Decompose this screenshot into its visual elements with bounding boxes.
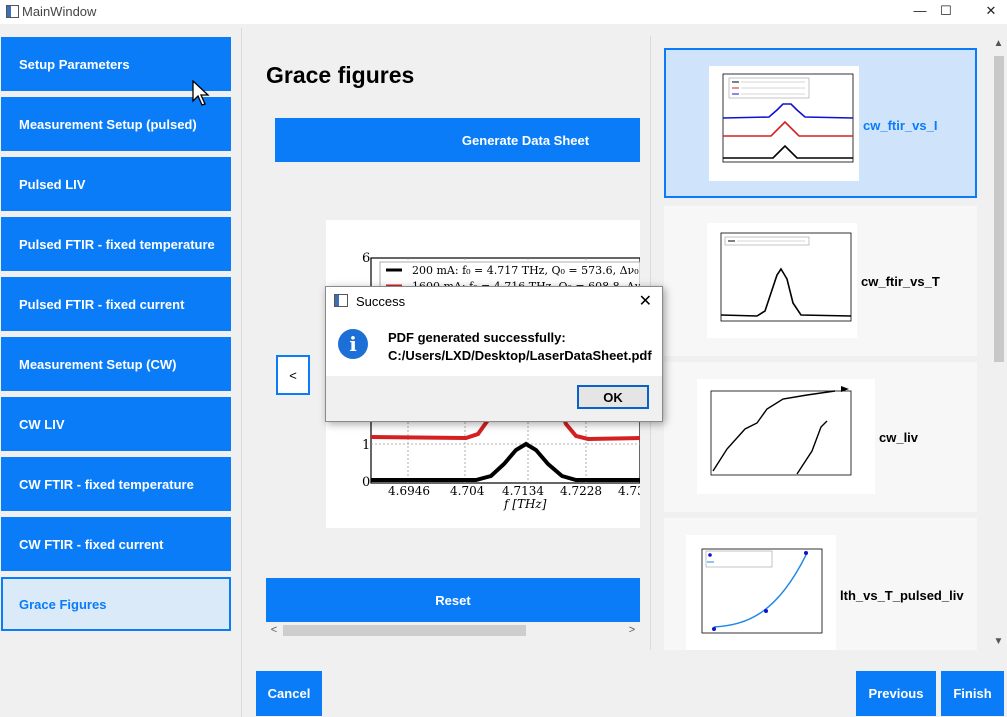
window-title: MainWindow xyxy=(22,4,97,19)
gallery-item-label: cw_ftir_vs_T xyxy=(861,274,940,289)
x-tick-label: 4.6946 xyxy=(388,484,430,498)
gallery-item-label: lth_vs_T_pulsed_liv xyxy=(840,588,964,603)
previous-figure-label: < xyxy=(289,367,297,383)
sidebar-item-label: CW LIV xyxy=(19,416,65,432)
sidebar-item-cw-ftir-fixed-current[interactable]: CW FTIR - fixed current xyxy=(1,517,231,571)
scroll-up-icon[interactable]: ▲ xyxy=(990,36,1007,52)
title-bar: MainWindow — ☐ ✕ xyxy=(0,0,1007,24)
x-tick-label: 4.7228 xyxy=(560,484,602,498)
dialog-message: PDF generated successfully: C:/Users/LXD… xyxy=(388,329,652,365)
scroll-down-icon[interactable]: ▼ xyxy=(990,634,1007,650)
x-tick-label: 4.704 xyxy=(450,484,485,498)
success-dialog: Success ✕ i PDF generated successfully: … xyxy=(325,286,663,422)
generate-data-sheet-button[interactable]: Generate Data Sheet xyxy=(275,118,640,162)
sidebar-item-pulsed-ftir-fixed-current[interactable]: Pulsed FTIR - fixed current xyxy=(1,277,231,331)
dialog-close-icon[interactable]: ✕ xyxy=(639,291,652,311)
thumbnail-cw-liv xyxy=(697,379,875,494)
sidebar-item-label: Measurement Setup (CW) xyxy=(19,356,177,372)
close-window-button[interactable]: ✕ xyxy=(968,0,1007,24)
scroll-right-icon[interactable]: > xyxy=(624,623,640,638)
sidebar-item-label: Pulsed FTIR - fixed temperature xyxy=(19,236,215,252)
dialog-message-path: C:/Users/LXD/Desktop/LaserDataSheet.pdf xyxy=(388,348,652,363)
sidebar-item-label: Measurement Setup (pulsed) xyxy=(19,116,197,132)
page-title: Grace figures xyxy=(266,62,415,88)
sidebar-item-cw-ftir-fixed-temperature[interactable]: CW FTIR - fixed temperature xyxy=(1,457,231,511)
generate-data-sheet-label: Generate Data Sheet xyxy=(461,132,590,148)
scroll-left-icon[interactable]: < xyxy=(266,623,282,638)
x-tick-label: 4.7134 xyxy=(502,484,544,498)
app-icon xyxy=(6,5,19,18)
finish-button[interactable]: Finish xyxy=(941,671,1004,716)
previous-figure-button[interactable]: < xyxy=(276,355,310,395)
sidebar-item-grace-figures[interactable]: Grace Figures xyxy=(1,577,231,631)
sidebar-item-cw-liv[interactable]: CW LIV xyxy=(1,397,231,451)
gallery-item-label: cw_ftir_vs_I xyxy=(863,118,938,133)
sidebar-item-measurement-setup-cw[interactable]: Measurement Setup (CW) xyxy=(1,337,231,391)
dialog-app-icon xyxy=(334,294,348,307)
sidebar-item-label: CW FTIR - fixed current xyxy=(19,536,164,552)
dialog-title: Success xyxy=(356,294,406,309)
reset-button[interactable]: Reset xyxy=(266,578,640,622)
sidebar: Setup Parameters Measurement Setup (puls… xyxy=(0,28,242,717)
vertical-scrollbar[interactable]: ▲ ▼ xyxy=(990,36,1007,650)
sidebar-item-pulsed-liv[interactable]: Pulsed LIV xyxy=(1,157,231,211)
gallery-item-cw-ftir-vs-i[interactable]: cw_ftir_vs_I xyxy=(664,48,977,198)
cancel-button[interactable]: Cancel xyxy=(256,671,322,716)
ok-label: OK xyxy=(603,389,623,405)
sidebar-item-label: Setup Parameters xyxy=(19,56,130,72)
dialog-message-line: PDF generated successfully: xyxy=(388,330,566,345)
gallery-item-cw-ftir-vs-t[interactable]: cw_ftir_vs_T xyxy=(664,206,977,356)
scrollbar-thumb[interactable] xyxy=(994,56,1004,362)
finish-label: Finish xyxy=(953,686,992,701)
x-tick-label: 4.7322 xyxy=(618,484,640,498)
thumbnail-lth-vs-t-pulsed-liv xyxy=(686,535,836,650)
y-tick-label: 1 xyxy=(362,438,370,453)
previous-label: Previous xyxy=(868,686,924,701)
x-axis-label: f [THz] xyxy=(503,497,547,511)
horizontal-scrollbar[interactable]: < > xyxy=(266,623,640,638)
legend-entry: 200 mA: f₀ = 4.717 THz, Q₀ = 573.6, Δν₀ … xyxy=(412,264,640,277)
sidebar-item-label: Pulsed LIV xyxy=(19,176,86,192)
gallery-item-lth-vs-t-pulsed-liv[interactable]: lth_vs_T_pulsed_liv xyxy=(664,518,977,650)
maximize-button[interactable]: ☐ xyxy=(923,0,969,24)
cancel-label: Cancel xyxy=(267,686,311,701)
sidebar-item-pulsed-ftir-fixed-temperature[interactable]: Pulsed FTIR - fixed temperature xyxy=(1,217,231,271)
scrollbar-thumb[interactable] xyxy=(283,625,526,636)
sidebar-item-label: CW FTIR - fixed temperature xyxy=(19,476,194,492)
thumbnail-cw-ftir-vs-i xyxy=(709,66,859,181)
reset-label: Reset xyxy=(435,592,471,608)
mouse-cursor-icon xyxy=(192,80,210,106)
previous-button[interactable]: Previous xyxy=(856,671,936,716)
sidebar-item-label: Pulsed FTIR - fixed current xyxy=(19,296,185,312)
gallery-item-label: cw_liv xyxy=(879,430,919,445)
sidebar-item-label: Grace Figures xyxy=(19,596,107,612)
ok-button[interactable]: OK xyxy=(577,385,649,409)
gallery-item-cw-liv[interactable]: cw_liv xyxy=(664,362,977,512)
y-tick-label: 6 xyxy=(362,251,370,266)
y-tick-label: 0 xyxy=(362,475,370,490)
info-icon: i xyxy=(338,329,368,359)
thumbnail-cw-ftir-vs-t xyxy=(707,223,857,338)
